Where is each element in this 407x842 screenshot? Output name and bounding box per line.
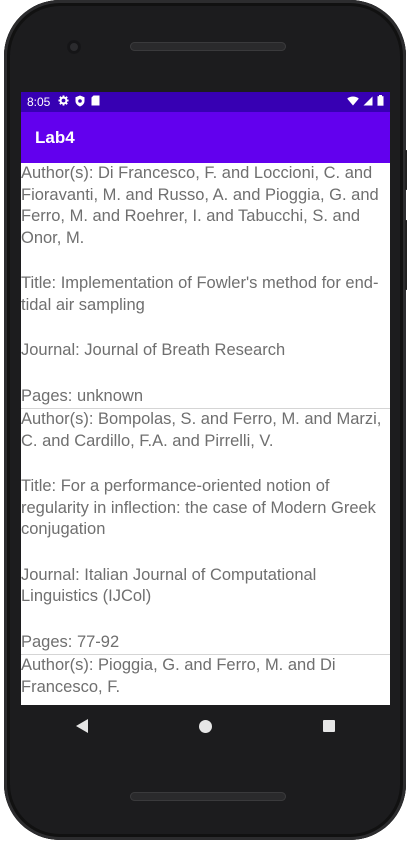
status-bar: 8:05 <box>21 92 390 112</box>
list-item[interactable]: Author(s): Pioggia, G. and Ferro, M. and… <box>21 655 390 698</box>
navigation-bar <box>21 705 390 747</box>
top-speaker <box>130 42 286 51</box>
front-camera <box>67 40 81 54</box>
app-bar: Lab4 <box>21 112 390 163</box>
battery-icon <box>377 95 384 109</box>
item-authors: Author(s): Di Francesco, F. and Loccioni… <box>21 164 379 247</box>
shield-icon <box>75 95 85 110</box>
item-journal: Journal: Italian Journal of Computationa… <box>21 565 317 606</box>
bottom-speaker <box>130 792 286 801</box>
item-authors: Author(s): Pioggia, G. and Ferro, M. and… <box>21 656 336 696</box>
app-screen: 8:05 Lab4 Author(s): Di Francesco, F. an… <box>21 92 390 705</box>
item-authors: Author(s): Bompolas, S. and Ferro, M. an… <box>21 410 382 450</box>
signal-icon <box>363 95 373 109</box>
gear-icon <box>58 95 69 109</box>
item-title: Title: For a performance-oriented notion… <box>21 477 376 538</box>
recents-icon[interactable] <box>322 720 335 732</box>
back-icon[interactable] <box>76 719 89 733</box>
sd-card-icon <box>91 95 100 109</box>
app-title: Lab4 <box>35 127 75 147</box>
publication-list[interactable]: Author(s): Di Francesco, F. and Loccioni… <box>21 163 390 705</box>
item-pages: Pages: unknown <box>21 386 144 405</box>
item-title: Title: Implementation of Fowler's method… <box>21 274 379 314</box>
list-item[interactable]: Author(s): Di Francesco, F. and Loccioni… <box>21 163 390 409</box>
device-frame: 8:05 Lab4 Author(s): Di Francesco, F. an… <box>0 0 407 842</box>
home-icon[interactable] <box>198 719 212 733</box>
wifi-icon <box>347 95 359 109</box>
item-journal: Journal: Journal of Breath Research <box>21 341 286 359</box>
list-item[interactable]: Author(s): Bompolas, S. and Ferro, M. an… <box>21 409 390 655</box>
status-right-group <box>347 95 384 109</box>
item-pages: Pages: 77-92 <box>21 632 120 651</box>
status-time: 8:05 <box>27 95 51 109</box>
